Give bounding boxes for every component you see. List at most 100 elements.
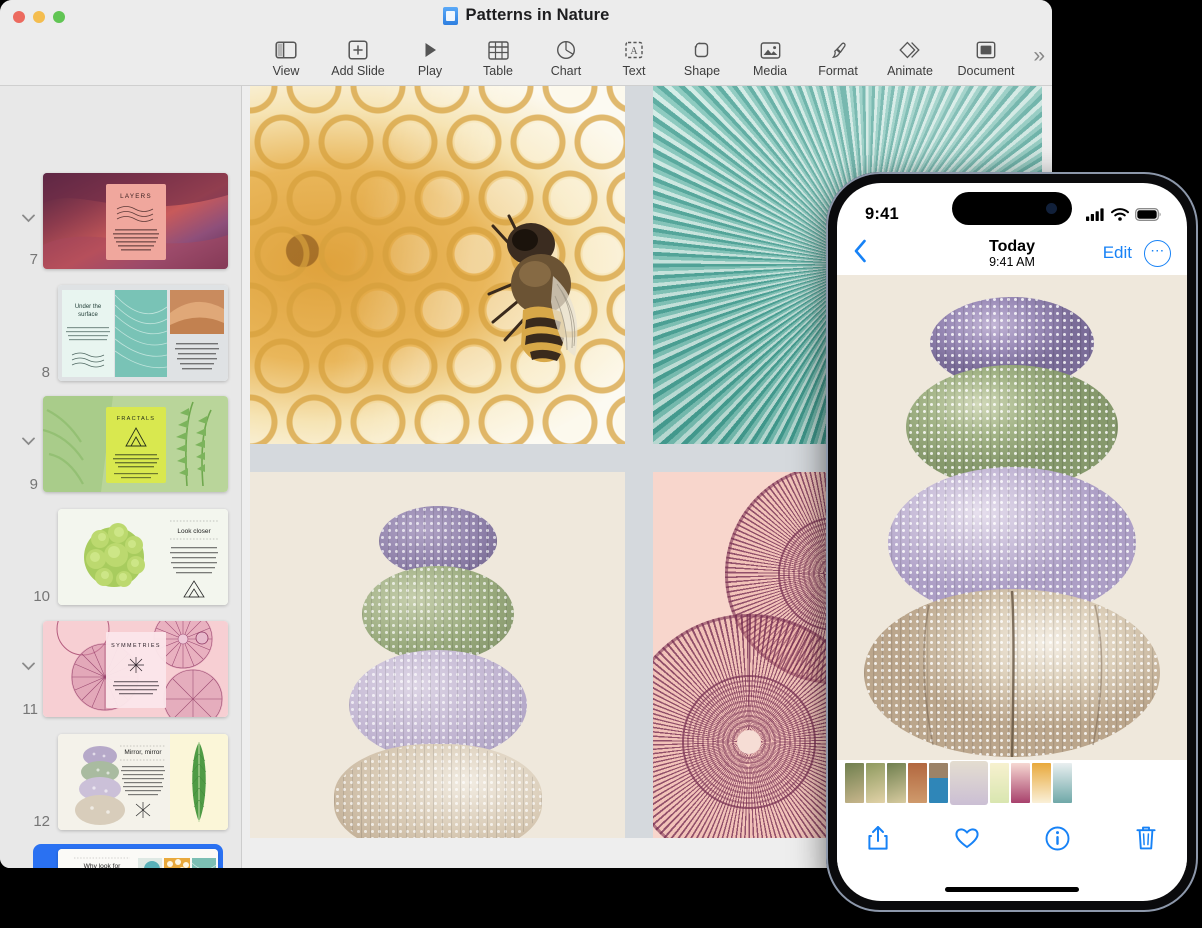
photo-stacked-sea-urchins[interactable] (250, 472, 625, 838)
battery-icon (1135, 208, 1161, 221)
toolbar-button-chart[interactable]: Chart (532, 34, 600, 78)
urchin-stack-photo (837, 275, 1187, 760)
slide-thumbnail-8[interactable]: Under the surface (58, 285, 228, 381)
toolbar-button-animate[interactable]: Animate (872, 34, 948, 78)
photo-icon (760, 37, 781, 63)
heart-icon[interactable] (954, 826, 980, 850)
slide-number-7: 7 (12, 251, 38, 268)
window-titlebar: Patterns in Nature (0, 0, 1052, 34)
edit-button[interactable]: Edit (1103, 243, 1132, 263)
trash-icon[interactable] (1135, 825, 1157, 851)
filmstrip-thumb-shell[interactable] (1053, 763, 1072, 803)
signal-bars-icon (1086, 208, 1105, 221)
table-grid-icon (488, 37, 509, 63)
slide-number-9: 9 (12, 476, 38, 493)
slide-number-10: 10 (24, 588, 50, 605)
toolbar-button-media[interactable]: Media (736, 34, 804, 78)
filmstrip-thumb-cactus2[interactable] (866, 763, 885, 803)
back-chevron-icon[interactable] (853, 239, 887, 267)
toolbar-button-table[interactable]: Table (464, 34, 532, 78)
pie-chart-icon (556, 37, 576, 63)
slide-thumbnail-13[interactable]: Why look for patterns? (58, 849, 218, 868)
toolbar-overflow-button[interactable]: » (1033, 44, 1042, 68)
phone-toolbar (837, 806, 1187, 870)
photo-filmstrip[interactable] (837, 760, 1187, 806)
filmstrip-thumb-honeycomb[interactable] (1032, 763, 1051, 803)
toolbar: View Add Slide Play Table (0, 34, 1052, 86)
slide-number-8: 8 (24, 364, 50, 381)
toolbar-label: Play (418, 64, 442, 78)
iphone-device: 9:41 (826, 172, 1198, 912)
toolbar-label: Media (753, 64, 787, 78)
slide-navigator[interactable]: 7 LAYERS (0, 86, 242, 868)
svg-text:Under the: Under the (75, 304, 102, 310)
slide-thumbnail-7[interactable]: LAYERS (43, 173, 228, 269)
more-options-button[interactable]: ⋯ (1144, 240, 1171, 267)
radiolaria-center-hole (737, 730, 761, 754)
toolbar-button-shape[interactable]: Shape (668, 34, 736, 78)
svg-text:SYMMETRIES: SYMMETRIES (111, 643, 161, 649)
phone-screen[interactable]: 9:41 (837, 183, 1187, 901)
disclosure-chevron-11[interactable] (18, 656, 38, 676)
slide-thumbnail-9[interactable]: FRACTALS (43, 396, 228, 492)
dynamic-island (952, 192, 1072, 225)
shape-icon (692, 37, 712, 63)
sidebar-icon (275, 37, 297, 63)
window-title: Patterns in Nature (466, 6, 610, 25)
filmstrip-thumb-coast[interactable] (929, 763, 948, 803)
svg-text:Look closer: Look closer (177, 528, 211, 535)
photo-honeycomb-with-bee[interactable] (250, 86, 625, 444)
toolbar-button-document[interactable]: Document (948, 34, 1024, 78)
svg-text:LAYERS: LAYERS (120, 193, 152, 200)
svg-text:FRACTALS: FRACTALS (117, 416, 155, 422)
toolbar-label: Text (623, 64, 646, 78)
slide-thumbnail-12[interactable]: Mirror, mirror (58, 734, 228, 830)
toolbar-label: Shape (684, 64, 720, 78)
svg-text:A: A (630, 46, 638, 57)
window-title-group: Patterns in Nature (0, 6, 1052, 25)
wifi-icon (1111, 208, 1129, 221)
toolbar-button-view[interactable]: View (252, 34, 320, 78)
paintbrush-icon (828, 37, 848, 63)
toolbar-label: View (273, 64, 300, 78)
text-box-icon: A (624, 37, 644, 63)
svg-text:Why look for: Why look for (84, 863, 121, 868)
plus-square-icon (348, 37, 368, 63)
share-icon[interactable] (867, 825, 889, 851)
toolbar-label: Chart (551, 64, 582, 78)
info-circle-icon[interactable] (1045, 826, 1070, 851)
keynote-document-icon (443, 7, 458, 25)
nav-actions: Edit ⋯ (1103, 240, 1171, 267)
disclosure-chevron-7[interactable] (18, 208, 38, 228)
phone-photo-view[interactable] (837, 275, 1187, 760)
slide-thumbnail-11[interactable]: SYMMETRIES (43, 621, 228, 717)
diamond-icon (899, 37, 921, 63)
slide-thumbnail-10[interactable]: Look closer (58, 509, 228, 605)
toolbar-label: Animate (887, 64, 933, 78)
filmstrip-thumb-urchin-stack-selected[interactable] (950, 761, 988, 805)
document-icon (976, 37, 996, 63)
bee-illustration (479, 198, 591, 374)
filmstrip-thumb-radiolaria[interactable] (1011, 763, 1030, 803)
toolbar-button-format[interactable]: Format (804, 34, 872, 78)
svg-text:Mirror, mirror: Mirror, mirror (124, 749, 162, 756)
filmstrip-thumb-cactus[interactable] (845, 763, 864, 803)
filmstrip-thumb-cactus3[interactable] (887, 763, 906, 803)
toolbar-label: Add Slide (331, 64, 385, 78)
toolbar-button-text[interactable]: A Text (600, 34, 668, 78)
phone-nav-bar: Today 9:41 AM Edit ⋯ (837, 231, 1187, 275)
toolbar-button-play[interactable]: Play (396, 34, 464, 78)
filmstrip-thumb-leaf[interactable] (990, 763, 1009, 803)
play-triangle-icon (420, 37, 440, 63)
toolbar-label: Format (818, 64, 858, 78)
disclosure-chevron-9[interactable] (18, 431, 38, 451)
filmstrip-thumb-desert[interactable] (908, 763, 927, 803)
toolbar-label: Document (958, 64, 1015, 78)
urchin-green (362, 566, 514, 662)
toolbar-button-add-slide[interactable]: Add Slide (320, 34, 396, 78)
slide-number-11: 11 (12, 701, 38, 718)
urchin-ribs (334, 744, 542, 838)
status-time: 9:41 (865, 205, 899, 224)
home-indicator (945, 887, 1079, 892)
toolbar-label: Table (483, 64, 513, 78)
